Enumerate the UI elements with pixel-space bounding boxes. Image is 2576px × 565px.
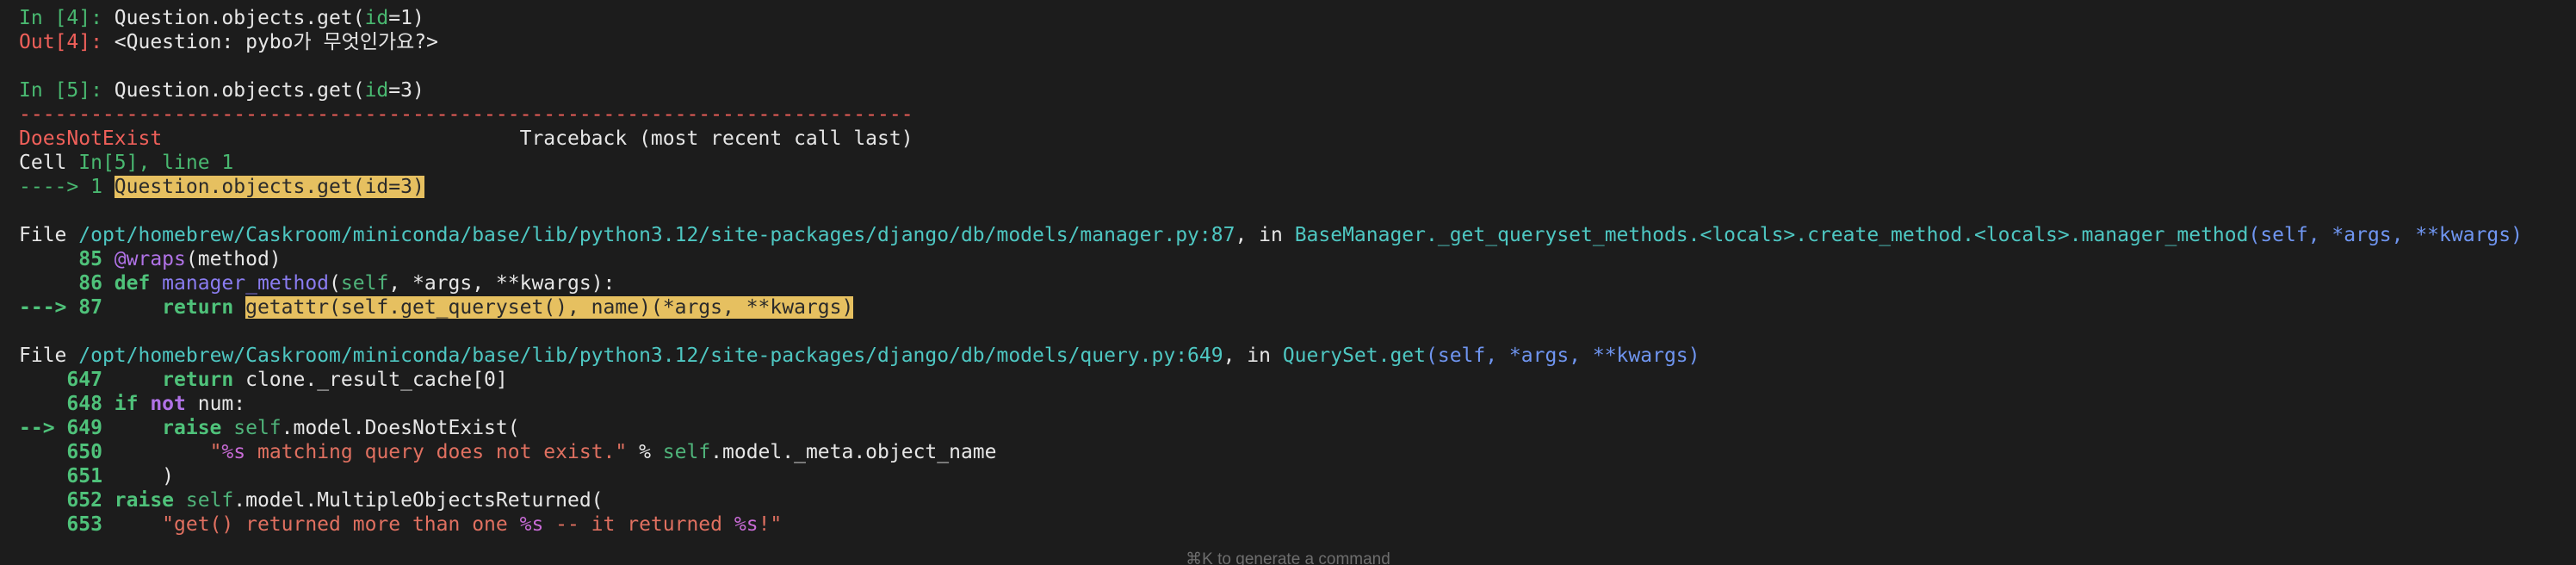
keyword: raise [114, 489, 186, 512]
source-line-87: ---> 87 return getattr(self.get_queryset… [19, 295, 2567, 320]
function-signature: (self, *args, **kwargs) [1426, 345, 1700, 367]
code-text: (method) [185, 248, 282, 270]
source-line-86: 86 def manager_method(self, *args, **kwa… [19, 271, 2567, 295]
self-token: self [233, 417, 282, 439]
traceback-header: DoesNotExist Traceback (most recent call… [19, 127, 2567, 151]
cell-ref-link[interactable]: In[5], line 1 [78, 152, 233, 174]
input-prompt: In [5]: [19, 79, 115, 102]
function-name: QuerySet.get [1282, 345, 1426, 367]
format-spec: %s [221, 441, 246, 463]
cell-label: Cell [19, 152, 79, 174]
traceback-label: Traceback (most recent call last) [519, 127, 913, 150]
keyword: if [114, 393, 151, 415]
line-number: 652 [19, 489, 115, 512]
line-number: 85 [19, 248, 115, 270]
terminal-output[interactable]: In [4]: Question.objects.get(id=1) Out[4… [19, 6, 2567, 557]
string-literal: matching query does not exist." [245, 441, 628, 463]
in-label: , in [1235, 224, 1295, 246]
source-line-650: 650 "%s matching query does not exist." … [19, 440, 2567, 464]
string-literal: " [209, 441, 222, 463]
keyword: return [114, 296, 246, 319]
arrow-indicator: --> 649 [19, 417, 115, 439]
source-line-649: --> 649 raise self.model.DoesNotExist( [19, 416, 2567, 440]
input-line-5: In [5]: Question.objects.get(id=3) [19, 78, 2567, 102]
source-line-648: 648 if not num: [19, 392, 2567, 416]
source-line-651: 651 ) [19, 464, 2567, 488]
decorator: @wraps [114, 248, 186, 270]
self-token: self [185, 489, 234, 512]
function-name: BaseManager._get_queryset_methods.<local… [1294, 224, 2249, 246]
exception-name: DoesNotExist [19, 127, 163, 150]
highlighted-code: Question.objects.get(id=3) [114, 176, 424, 198]
keyword: def [114, 272, 163, 295]
file-path-link[interactable]: /opt/homebrew/Caskroom/miniconda/base/li… [78, 224, 1235, 246]
traceback-arrow-line: ----> 1 Question.objects.get(id=3) [19, 175, 2567, 199]
function-signature: (self, *args, **kwargs) [2248, 224, 2523, 246]
string-literal: -- it returned [543, 513, 734, 536]
keyword: return [114, 369, 246, 391]
cell-reference: Cell In[5], line 1 [19, 151, 2567, 175]
file-label: File [19, 224, 79, 246]
output-line-4: Out[4]: <Question: pybo가 무엇인가요?> [19, 30, 2567, 54]
frame-header-query: File /opt/homebrew/Caskroom/miniconda/ba… [19, 344, 2567, 368]
line-number: 651 [19, 465, 115, 487]
code-text: =1) [388, 7, 424, 29]
code-text: clone._result_cache[0] [245, 369, 508, 391]
line-number: 650 [19, 441, 115, 463]
code-keyword-arg: id [364, 79, 389, 102]
string-literal: !" [758, 513, 783, 536]
line-number: 653 [19, 513, 115, 536]
frame-header-manager: File /opt/homebrew/Caskroom/miniconda/ba… [19, 223, 2567, 247]
function-def-name: manager_method [162, 272, 330, 295]
line-number: 647 [19, 369, 115, 391]
traceback-separator: ----------------------------------------… [19, 103, 913, 126]
code-text: , *args, **kwargs): [388, 272, 616, 295]
code-text: Question.objects.get( [114, 7, 365, 29]
code-text: ( [329, 272, 341, 295]
keyword: raise [114, 417, 234, 439]
header-spacer [162, 127, 519, 150]
string-literal: "get() returned more than one [162, 513, 520, 536]
self-token: self [662, 441, 711, 463]
operator: % [627, 441, 663, 463]
line-number: 86 [19, 272, 115, 295]
input-prompt: In [4]: [19, 7, 115, 29]
source-line-647: 647 return clone._result_cache[0] [19, 368, 2567, 392]
line-number: 648 [19, 393, 115, 415]
format-spec: %s [519, 513, 544, 536]
input-line-4: In [4]: Question.objects.get(id=1) [19, 6, 2567, 30]
source-line-653: 653 "get() returned more than one %s -- … [19, 512, 2567, 537]
arrow-indicator: ----> 1 [19, 176, 115, 198]
file-path-link[interactable]: /opt/homebrew/Caskroom/miniconda/base/li… [78, 345, 1223, 367]
arrow-indicator: ---> 87 [19, 296, 115, 319]
file-label: File [19, 345, 79, 367]
self-token: self [340, 272, 389, 295]
code-text: ) [114, 465, 175, 487]
output-prompt: Out[4]: [19, 31, 115, 53]
source-line-652: 652 raise self.model.MultipleObjectsRetu… [19, 488, 2567, 512]
source-line-85: 85 @wraps(method) [19, 247, 2567, 271]
command-hint[interactable]: ⌘K to generate a command [0, 549, 2576, 565]
code-text: .model.DoesNotExist( [281, 417, 520, 439]
code-text: .model.MultipleObjectsReturned( [233, 489, 604, 512]
code-text: =3) [388, 79, 424, 102]
in-label: , in [1223, 345, 1283, 367]
code-text: Question.objects.get( [114, 79, 365, 102]
code-keyword-arg: id [364, 7, 389, 29]
code-text: num: [197, 393, 246, 415]
code-text: .model._meta.object_name [710, 441, 997, 463]
keyword-not: not [150, 393, 198, 415]
highlighted-code: getattr(self.get_queryset(), name)(*args… [245, 296, 854, 319]
output-value: <Question: pybo가 무엇인가요?> [114, 31, 438, 53]
format-spec: %s [734, 513, 759, 536]
